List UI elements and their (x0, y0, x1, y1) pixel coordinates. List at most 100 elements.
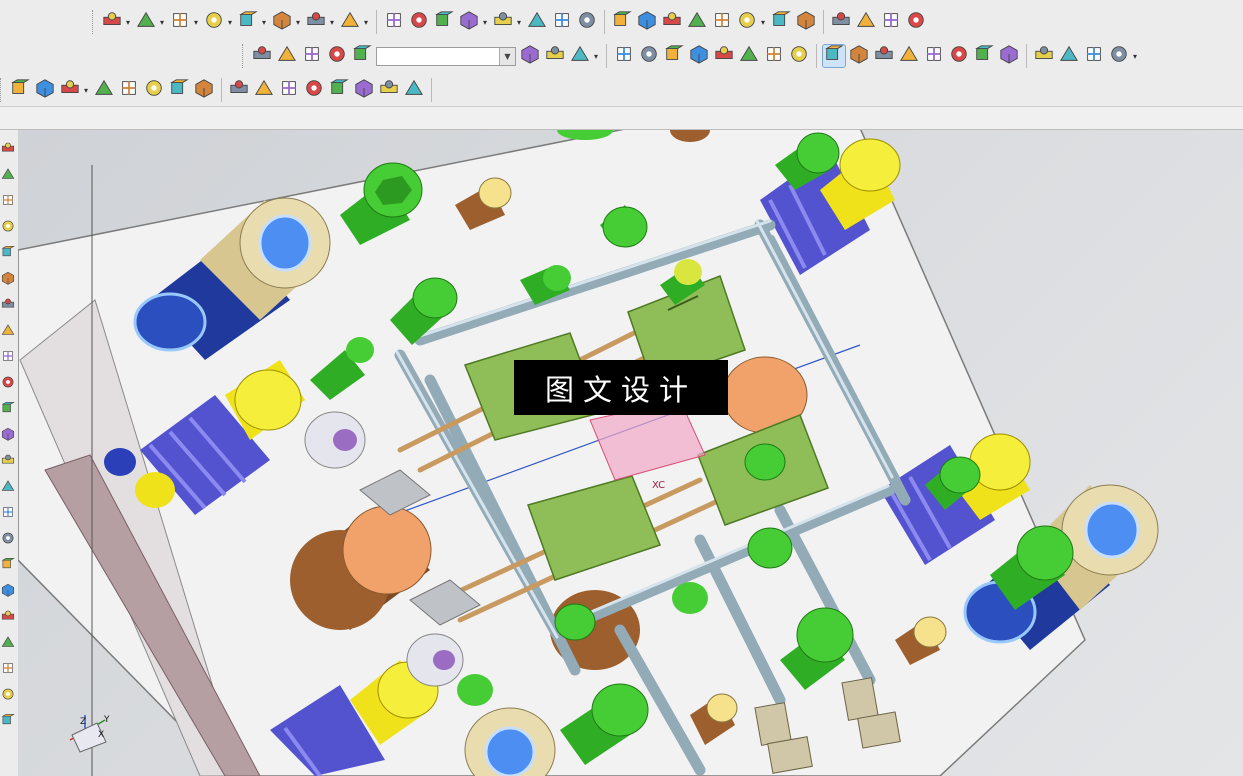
component-edit-button[interactable] (135, 11, 157, 33)
sketch-triangle-button[interactable] (383, 11, 405, 33)
chevron-down-icon[interactable]: ▾ (594, 52, 600, 61)
manufacturing-icon[interactable] (1, 556, 15, 570)
mold-insert-button[interactable] (251, 45, 273, 67)
mold-slide-button[interactable] (276, 45, 298, 67)
chevron-down-icon[interactable]: ▼ (499, 47, 515, 65)
replace-component-button[interactable] (305, 11, 327, 33)
knowledge-icon[interactable] (1, 686, 15, 700)
cooling-button[interactable] (998, 45, 1020, 67)
reuse-library-icon[interactable] (1, 244, 15, 258)
chevron-down-icon[interactable]: ▾ (84, 86, 90, 95)
component-copy-button[interactable] (203, 11, 225, 33)
feature-cube-button[interactable] (544, 45, 566, 67)
component-delete-button[interactable] (169, 11, 191, 33)
system-materials-icon[interactable] (1, 348, 15, 362)
chevron-down-icon[interactable]: ▾ (517, 18, 523, 27)
pocket-mold-button[interactable] (1083, 45, 1105, 67)
mid-point-button[interactable] (168, 79, 190, 101)
dimension-icon[interactable] (1, 582, 15, 597)
curve-tool-button[interactable] (569, 45, 591, 67)
graphics-window[interactable]: Z Y X XC (18, 130, 1243, 776)
chevron-down-icon[interactable]: ▾ (330, 18, 336, 27)
mold-wizard-initialize-button[interactable] (613, 45, 635, 67)
snap-point-button[interactable] (34, 79, 56, 101)
render-icon[interactable] (1, 634, 15, 648)
orange-solid-button[interactable] (830, 11, 852, 33)
table-grid-button[interactable] (408, 11, 430, 33)
box-button[interactable] (576, 11, 598, 33)
constraint-icon[interactable] (1, 192, 15, 206)
roles-icon[interactable] (1, 270, 15, 285)
snap-arrow-button[interactable] (9, 79, 31, 101)
chevron-down-icon[interactable]: ▾ (483, 18, 489, 27)
feature-box-button[interactable] (519, 45, 541, 67)
check-mate-icon[interactable] (1, 400, 15, 414)
electrode-button[interactable] (1033, 45, 1055, 67)
workpiece-button[interactable] (688, 45, 710, 67)
parting-button[interactable] (848, 45, 870, 67)
intersection-button[interactable] (228, 79, 250, 101)
chevron-down-icon[interactable]: ▾ (160, 18, 166, 27)
quadrant-button[interactable] (278, 79, 300, 101)
family-mold-button[interactable] (738, 45, 760, 67)
injection-gate-button[interactable] (763, 45, 785, 67)
control-point-button[interactable] (193, 79, 215, 101)
measure-button[interactable] (661, 11, 683, 33)
chevron-down-icon[interactable]: ▾ (194, 18, 200, 27)
standard-part-button[interactable] (898, 45, 920, 67)
end-point-button[interactable] (143, 79, 165, 101)
edge-blend-button[interactable] (636, 11, 658, 33)
shaded-edges-button[interactable] (118, 79, 140, 101)
assembly-move-button[interactable] (101, 11, 123, 33)
plate-button[interactable] (611, 11, 633, 33)
toolbar-grip[interactable] (92, 10, 96, 34)
pocket-button[interactable] (301, 45, 323, 67)
runner-button[interactable] (788, 45, 810, 67)
view-icon[interactable] (1, 426, 15, 441)
reference-set-button[interactable] (339, 11, 361, 33)
arc-center-button[interactable] (253, 79, 275, 101)
point-on-curve-button[interactable] (353, 79, 375, 101)
layer-icon[interactable] (1, 452, 15, 466)
cavity-layout-button[interactable] (713, 45, 735, 67)
trim-mold-button[interactable] (1058, 45, 1080, 67)
connect-nodes-button[interactable] (711, 11, 733, 33)
chevron-down-icon[interactable]: ▾ (262, 18, 268, 27)
mold-csys-button[interactable] (638, 45, 660, 67)
assembly-navigator-icon[interactable] (1, 166, 15, 180)
plus-point-button[interactable] (328, 79, 350, 101)
chevron-down-icon[interactable]: ▾ (126, 18, 132, 27)
chevron-down-icon[interactable]: ▾ (228, 18, 234, 27)
slider-lifter-button[interactable] (948, 45, 970, 67)
waffle-plate-button[interactable] (686, 11, 708, 33)
component-pattern-button[interactable] (237, 11, 259, 33)
snap-grid-button[interactable] (403, 79, 425, 101)
measure-icon[interactable] (1, 504, 15, 518)
sheet-button[interactable] (855, 11, 877, 33)
circle-point-button[interactable] (303, 79, 325, 101)
part-navigator-icon[interactable] (1, 140, 15, 154)
process-studio-icon[interactable] (1, 374, 15, 388)
wave-link-button[interactable] (271, 11, 293, 33)
wizard-icon[interactable] (1, 530, 15, 544)
datum-point-button[interactable] (433, 11, 455, 33)
trim-tool-button[interactable] (351, 45, 373, 67)
chevron-down-icon[interactable]: ▾ (296, 18, 302, 27)
history-icon[interactable] (1, 218, 15, 232)
teal-point-button[interactable] (736, 11, 758, 33)
motion-icon[interactable] (1, 660, 15, 674)
shrinkage-button[interactable] (663, 45, 685, 67)
chevron-down-icon[interactable]: ▾ (1133, 52, 1139, 61)
palette-icon[interactable] (1, 322, 15, 336)
multi-cube-button[interactable] (905, 11, 927, 33)
shaded-button[interactable] (93, 79, 115, 101)
extrude-block-button[interactable] (526, 11, 548, 33)
revolve-button[interactable] (551, 11, 573, 33)
point-on-face-button[interactable] (378, 79, 400, 101)
analysis-icon[interactable] (1, 478, 15, 492)
prism-button[interactable] (795, 11, 817, 33)
gear-set-button[interactable] (458, 11, 480, 33)
toolbar-grip[interactable] (242, 44, 246, 68)
chevron-down-icon[interactable]: ▾ (761, 18, 767, 27)
ejector-pin-button[interactable] (923, 45, 945, 67)
